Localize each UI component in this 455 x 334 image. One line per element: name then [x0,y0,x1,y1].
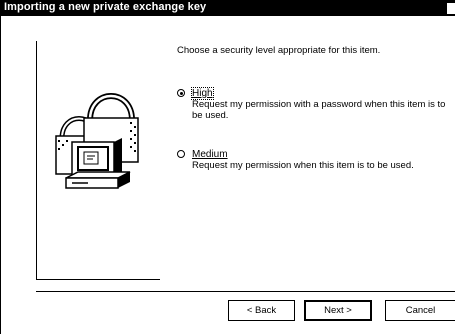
title-bar: Importing a new private exchange key [1,0,455,16]
prompt-text: Choose a security level appropriate for … [177,45,381,56]
high-label[interactable]: High [191,87,214,100]
medium-radio[interactable] [177,150,185,158]
back-button[interactable]: < Back [228,300,295,321]
medium-label[interactable]: Medium [192,149,228,160]
footer-separator [36,291,455,292]
medium-description: Request my permission when this item is … [192,160,414,171]
high-radio[interactable] [177,89,185,97]
padlock-computer-icon [55,93,139,189]
close-icon[interactable] [446,2,455,15]
import-key-dialog: Importing a new private exchange key Cho… [0,0,455,334]
high-description: Request my permission with a password wh… [192,99,446,121]
cancel-button[interactable]: Cancel [385,300,455,321]
window-title: Importing a new private exchange key [4,1,207,13]
next-button[interactable]: Next > [304,300,372,321]
